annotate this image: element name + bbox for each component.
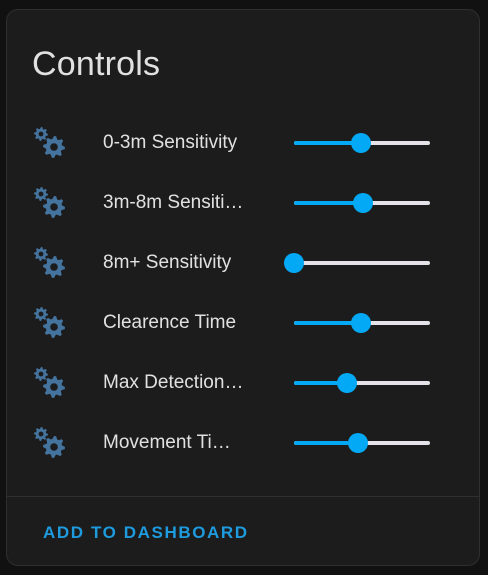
cog-multiple-icon [32,425,68,461]
cog-multiple-icon [32,305,68,341]
control-label: 0-3m Sensitivity [103,132,238,153]
slider-thumb[interactable] [353,193,374,213]
add-to-dashboard-button[interactable]: ADD TO DASHBOARD [33,517,259,549]
slider-thumb[interactable] [284,253,304,273]
control-label: Movement Ti… [103,432,231,453]
control-label: Max Detection… [103,372,244,393]
slider-clearence-time[interactable] [294,313,430,333]
control-row-clearence-time: Clearence Time [7,293,479,353]
controls-list: 0-3m Sensitivity 3m-8m Sensiti… 8m+ Sens… [7,113,479,473]
control-label: Clearence Time [103,312,237,333]
control-label: 8m+ Sensitivity [103,252,232,273]
slider-thumb[interactable] [350,133,371,153]
slider-thumb[interactable] [337,373,358,393]
slider-track [294,261,430,265]
cog-multiple-icon [32,125,68,161]
control-row-3m-8m-sensitivity: 3m-8m Sensiti… [7,173,479,233]
card-actions-divider [7,496,479,497]
slider-max-detection[interactable] [294,373,430,393]
control-row-max-detection: Max Detection… [7,353,479,413]
cog-multiple-icon [32,365,68,401]
control-row-movement-time: Movement Ti… [7,413,479,473]
slider-thumb[interactable] [350,313,371,333]
slider-thumb[interactable] [347,433,368,453]
controls-card: Controls 0-3m Sensitivity 3m-8m Sensiti…… [6,9,480,566]
slider-8m-plus-sensitivity[interactable] [284,253,430,273]
cog-multiple-icon [32,185,68,221]
slider-0-3m-sensitivity[interactable] [294,133,430,153]
control-row-0-3m-sensitivity: 0-3m Sensitivity [7,113,479,173]
control-row-8m-plus-sensitivity: 8m+ Sensitivity [7,233,479,293]
cog-multiple-icon [32,245,68,281]
control-label: 3m-8m Sensiti… [103,192,244,213]
slider-3m-8m-sensitivity[interactable] [294,193,430,213]
slider-movement-time[interactable] [294,433,430,453]
card-title: Controls [32,45,161,83]
